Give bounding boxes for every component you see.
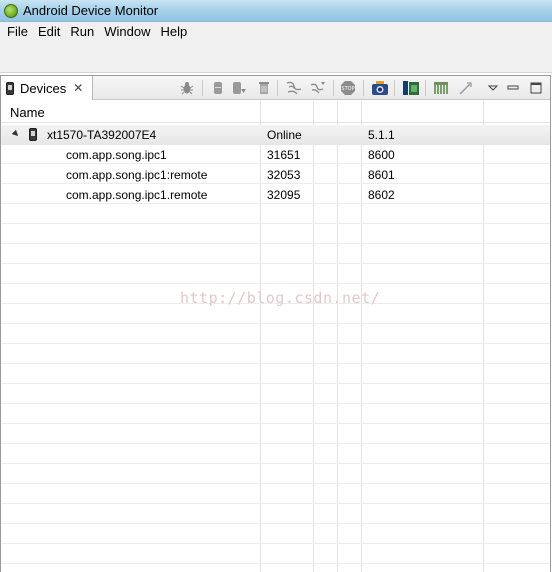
dump-view-hierarchy-icon[interactable] [402,80,420,96]
device-icon [29,128,37,141]
android-monitor-icon [4,3,18,18]
expand-collapse-icon[interactable] [11,129,21,139]
process-name: com.app.song.ipc1 [66,148,167,162]
process-port: 8602 [368,188,395,202]
process-row[interactable]: com.app.song.ipc1:remote 32053 8601 [1,165,550,185]
process-pid: 32053 [267,168,301,182]
device-version: 5.1.1 [368,128,395,142]
title-bar: Android Device Monitor [0,0,552,22]
start-opengl-trace-icon[interactable] [458,80,474,96]
process-row[interactable]: com.app.song.ipc1.remote 32095 8602 [1,185,550,205]
window-title: Android Device Monitor [23,3,159,18]
minimize-icon[interactable] [507,80,519,96]
menu-bar: File Edit Run Window Help [0,22,552,41]
device-name: xt1570-TA392007E4 [47,128,157,142]
devices-view: Devices ✕ STOP Name xt1570-TA392007E4 On… [0,75,551,572]
process-port: 8600 [368,148,395,162]
menu-help[interactable]: Help [155,24,192,39]
update-threads-icon[interactable] [285,80,303,96]
view-menu-icon[interactable] [487,80,499,96]
maximize-icon[interactable] [530,80,542,96]
menu-run[interactable]: Run [65,24,99,39]
process-name: com.app.song.ipc1:remote [66,168,208,182]
watermark-text: http://blog.csdn.net/ [180,289,381,307]
process-row[interactable]: com.app.song.ipc1 31651 8600 [1,145,550,165]
update-heap-icon[interactable] [211,80,225,96]
dump-hprof-icon[interactable] [231,80,247,96]
systrace-icon[interactable] [433,80,449,96]
device-row[interactable]: xt1570-TA392007E4 Online 5.1.1 [1,125,550,145]
stop-process-icon[interactable]: STOP [340,80,356,96]
menu-file[interactable]: File [2,24,33,39]
device-icon [6,81,14,95]
debug-process-icon[interactable] [179,80,195,96]
menu-edit[interactable]: Edit [33,24,65,39]
menu-window[interactable]: Window [99,24,155,39]
screen-capture-icon[interactable] [371,80,389,96]
devices-view-header: Devices ✕ STOP [1,76,550,100]
tab-devices-label: Devices [20,80,67,96]
process-name: com.app.song.ipc1.remote [66,188,208,202]
main-toolbar-area [0,41,552,73]
close-icon[interactable]: ✕ [73,81,83,95]
cause-gc-icon[interactable] [257,80,271,96]
process-pid: 31651 [267,148,301,162]
process-pid: 32095 [267,188,301,202]
process-port: 8601 [368,168,395,182]
svg-text:STOP: STOP [341,86,354,92]
device-status: Online [267,128,302,142]
tab-devices[interactable]: Devices ✕ [1,76,93,100]
start-method-profiling-icon[interactable] [309,80,327,96]
